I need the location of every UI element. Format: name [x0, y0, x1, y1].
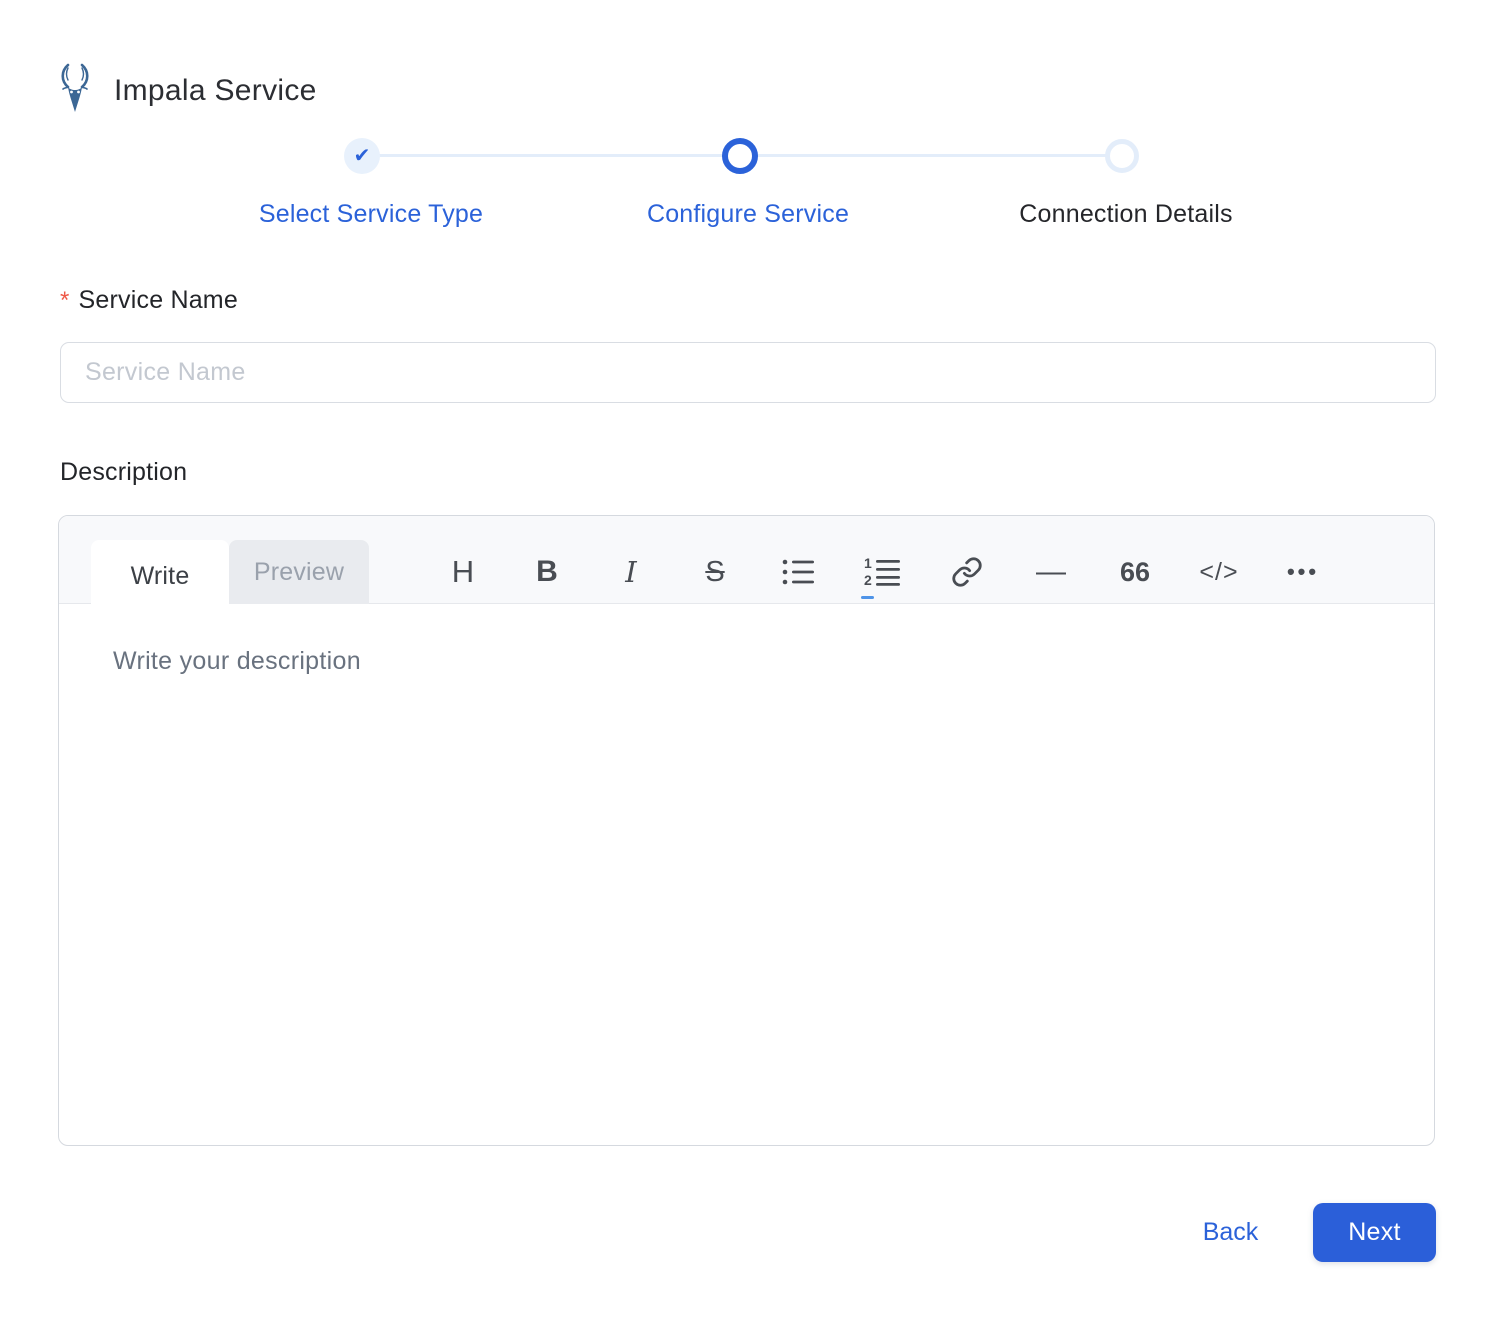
step-indicator-connection-details — [1105, 139, 1139, 173]
horizontal-rule-icon[interactable]: — — [1029, 546, 1073, 598]
strikethrough-icon[interactable]: S — [693, 546, 737, 598]
tab-write[interactable]: Write — [91, 540, 229, 613]
link-icon[interactable] — [945, 546, 989, 598]
step-label-select-service-type: Select Service Type — [258, 200, 484, 228]
description-editor: Write Preview H B I S 1 2 — 66 </> ••• W… — [58, 515, 1435, 1146]
italic-icon[interactable]: I — [609, 546, 653, 598]
numbered-list-active-indicator — [861, 596, 874, 599]
step-label-configure-service: Configure Service — [646, 200, 850, 228]
bold-icon[interactable]: B — [525, 546, 569, 598]
quote-icon[interactable]: 66 — [1113, 546, 1157, 598]
code-icon[interactable]: </> — [1197, 546, 1241, 598]
stepper-connector-2 — [740, 154, 1122, 157]
service-name-label-text: Service Name — [78, 286, 238, 314]
configure-service-page: Impala Service ✔ Select Service Type Con… — [0, 0, 1500, 1318]
next-button[interactable]: Next — [1313, 1203, 1436, 1262]
required-asterisk: * — [60, 287, 70, 314]
editor-toolbar: H B I S 1 2 — 66 </> ••• — [441, 542, 1325, 602]
check-icon: ✔ — [353, 145, 371, 167]
stepper-connector-1 — [362, 154, 740, 157]
heading-icon[interactable]: H — [441, 546, 485, 598]
numbered-list-icon[interactable]: 1 2 — [861, 546, 905, 598]
tab-preview[interactable]: Preview — [229, 540, 369, 604]
service-name-label: * Service Name — [60, 286, 238, 315]
step-indicator-configure-service — [722, 138, 758, 174]
bulleted-list-icon[interactable] — [777, 546, 821, 598]
step-indicator-select-service-type: ✔ — [344, 138, 380, 174]
description-editor-area[interactable]: Write your description — [113, 647, 361, 676]
svg-text:1: 1 — [864, 556, 872, 571]
svg-text:2: 2 — [864, 572, 872, 588]
step-label-connection-details: Connection Details — [1019, 200, 1233, 228]
service-name-input[interactable] — [60, 342, 1436, 403]
more-icon[interactable]: ••• — [1281, 546, 1325, 598]
back-button[interactable]: Back — [1168, 1203, 1293, 1262]
description-label: Description — [60, 458, 188, 486]
impala-logo-icon — [61, 63, 89, 112]
page-title: Impala Service — [114, 74, 317, 107]
